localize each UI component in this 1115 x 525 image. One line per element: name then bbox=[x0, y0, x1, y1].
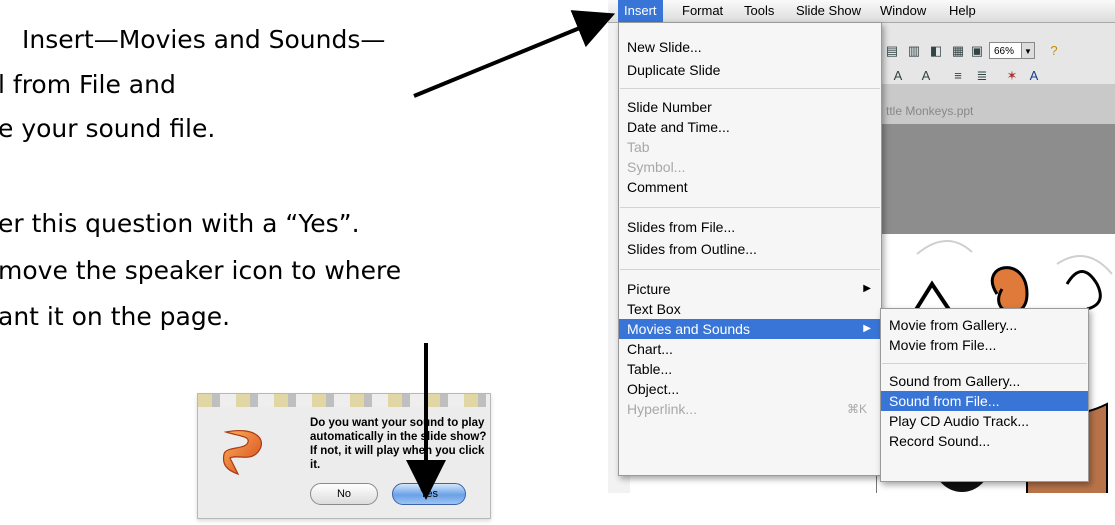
annotation-arrows bbox=[406, 10, 616, 500]
arrow-to-insert-menu bbox=[413, 10, 616, 98]
